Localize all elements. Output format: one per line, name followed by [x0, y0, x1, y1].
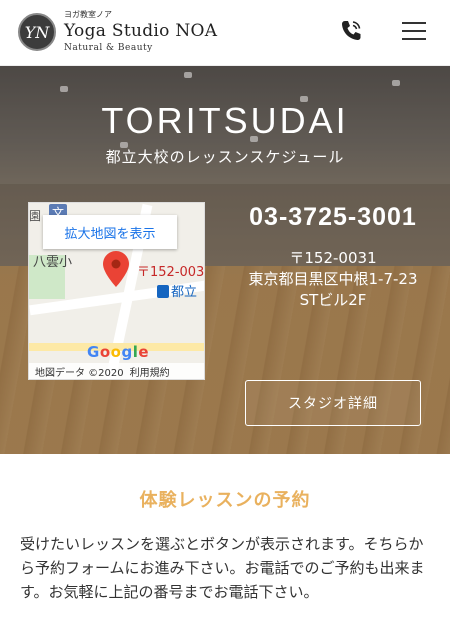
site-header: YN ヨガ教室ノア Yoga Studio NOA Natural & Beau… — [0, 0, 450, 66]
map-postal-label: 〒152-003 — [137, 265, 205, 280]
phone-number[interactable]: 03-3725-3001 — [244, 202, 422, 232]
studio-contact: 03-3725-3001 〒152-0031 東京都目黒区中根1-7-23 ST… — [244, 202, 422, 311]
map-credits: 地図データ ©2020 利用規約 — [29, 363, 204, 379]
booking-title: 体験レッスンの予約 — [139, 490, 311, 511]
map-terms-link[interactable]: 利用規約 — [130, 364, 170, 379]
studio-detail-button[interactable]: スタジオ詳細 — [245, 380, 421, 426]
map-place-label: 園 — [29, 209, 42, 223]
phone-icon[interactable] — [338, 18, 364, 44]
logo[interactable]: ヨガ教室ノア Yoga Studio NOA Natural & Beauty — [64, 11, 217, 53]
hero-section: TORITSUDAI 都立大校のレッスンスケジュール 園 文 八雲小 拡大地図を… — [0, 66, 450, 454]
logo-tagline: Natural & Beauty — [64, 43, 153, 53]
studio-map[interactable]: 園 文 八雲小 拡大地図を表示 〒152-003 都立 Google 地図データ… — [28, 202, 205, 380]
train-icon — [157, 285, 169, 298]
map-station-label: 都立 — [157, 281, 197, 300]
logo-title: Yoga Studio NOA — [64, 21, 218, 41]
logo-subtitle: ヨガ教室ノア — [64, 10, 112, 19]
google-logo: Google — [87, 343, 150, 361]
map-place-label: 八雲小 — [33, 255, 73, 270]
logo-mark[interactable]: YN — [18, 13, 56, 51]
studio-address: 〒152-0031 東京都目黒区中根1-7-23 STビル2F — [248, 249, 418, 309]
expand-map-link[interactable]: 拡大地図を表示 — [43, 215, 177, 249]
map-pin-icon[interactable] — [103, 251, 129, 287]
studio-title: TORITSUDAI — [101, 100, 349, 141]
booking-description: 受けたいレッスンを選ぶとボタンが表示されます。そちらから予約フォームにお進み下さ… — [20, 535, 425, 601]
hamburger-menu-icon[interactable] — [402, 22, 426, 42]
studio-subtitle: 都立大校のレッスンスケジュール — [105, 148, 345, 166]
